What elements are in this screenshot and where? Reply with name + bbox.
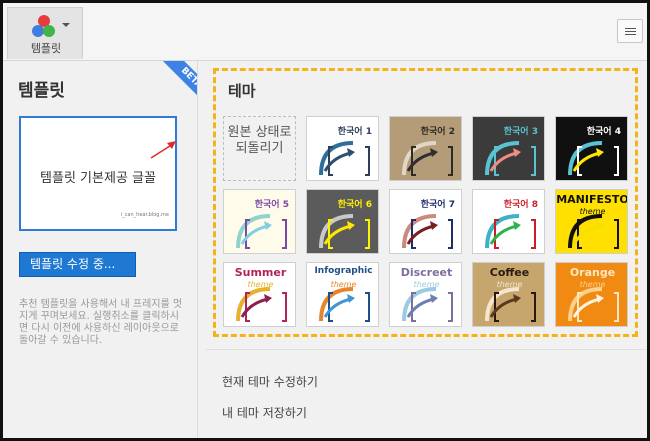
theme-tile-subtitle: theme — [413, 280, 440, 289]
theme-tile-subtitle: theme — [496, 280, 523, 289]
beta-badge: BETA — [157, 61, 197, 113]
theme-tile-subtitle: theme — [579, 280, 606, 289]
theme-tile-label: 한국어 7 — [420, 200, 455, 210]
preview-blog-watermark: i_can_hear.blog.me — [120, 212, 169, 218]
help-text: 추천 템플릿을 사용해서 내 프레지를 멋지게 꾸며보세요. 실행취소를 클릭하… — [19, 299, 183, 346]
theme-tile-label: 한국어 2 — [420, 127, 455, 137]
theme-tile-label: 한국어 4 — [586, 127, 621, 137]
theme-tile[interactable]: 한국어 8 — [472, 189, 545, 254]
theme-tile-label: 한국어 8 — [503, 200, 538, 210]
color-dots-icon — [32, 15, 55, 37]
theme-tile[interactable]: Discreet theme — [389, 262, 462, 327]
template-button-label: 템플릿 — [30, 42, 62, 55]
theme-tile-subtitle: theme — [330, 280, 357, 289]
theme-tile-subtitle: theme — [247, 280, 274, 289]
theme-tile-label: Coffee — [489, 266, 530, 279]
edit-template-button[interactable]: 템플릿 수정 중... — [19, 252, 136, 277]
theme-tile[interactable]: 한국어 5 — [223, 189, 296, 254]
template-preview[interactable]: 템플릿 기본제공 글꼴 i_can_hear.blog.me — [19, 116, 177, 231]
hamburger-menu-icon[interactable] — [617, 19, 643, 43]
theme-tile[interactable]: 한국어 6 — [306, 189, 379, 254]
theme-tile-label: 한국어 5 — [254, 200, 289, 210]
divider — [206, 349, 646, 350]
theme-tile[interactable]: Infographic theme — [306, 262, 379, 327]
theme-gallery: 테마 원본 상태로 되돌리기 한국어 1 한국어 2 한국어 3 한국어 4 한국어 5… — [213, 68, 638, 337]
preview-text: 템플릿 기본제공 글꼴 — [40, 171, 156, 186]
sidebar-title: 템플릿 — [18, 81, 65, 101]
theme-tile[interactable]: Orange theme — [555, 262, 628, 327]
theme-tile[interactable]: MANIFESTO theme — [555, 189, 628, 254]
prezi-window: 템플릿 템플릿 BETA 템플릿 기본제공 글꼴 i_can_hear.blog… — [0, 0, 650, 441]
theme-tile[interactable]: 한국어 3 — [472, 116, 545, 181]
theme-tile[interactable]: 한국어 1 — [306, 116, 379, 181]
theme-tile-label: MANIFESTO — [556, 193, 628, 206]
theme-tile-label: Infographic — [314, 266, 373, 276]
top-toolbar: 템플릿 — [3, 3, 647, 61]
theme-tile[interactable]: 한국어 2 — [389, 116, 462, 181]
theme-panel: 테마 원본 상태로 되돌리기 한국어 1 한국어 2 한국어 3 한국어 4 한국어 5… — [197, 61, 647, 438]
chevron-down-icon — [62, 23, 70, 27]
theme-tile-label: Summer — [234, 266, 287, 279]
theme-tile-label: Orange — [569, 266, 616, 279]
theme-title: 테마 — [228, 82, 256, 100]
theme-tile[interactable]: 한국어 7 — [389, 189, 462, 254]
theme-tile-label: Discreet — [400, 266, 453, 279]
reset-theme-button[interactable]: 원본 상태로 되돌리기 — [223, 116, 296, 181]
theme-tile[interactable]: Coffee theme — [472, 262, 545, 327]
theme-tile-label: 한국어 1 — [337, 127, 372, 137]
theme-tile-subtitle: theme — [579, 207, 606, 216]
template-sidebar: 템플릿 BETA 템플릿 기본제공 글꼴 i_can_hear.blog.me … — [3, 61, 197, 438]
edit-current-theme-link[interactable]: 현재 테마 수정하기 — [222, 373, 318, 390]
theme-tile[interactable]: Summer theme — [223, 262, 296, 327]
arrow-annotation-icon — [150, 141, 176, 159]
save-my-theme-link[interactable]: 내 테마 저장하기 — [222, 404, 307, 421]
theme-tile-label: 한국어 3 — [503, 127, 538, 137]
template-menu-button[interactable]: 템플릿 — [7, 7, 83, 59]
theme-tile-label: 한국어 6 — [337, 200, 372, 210]
theme-tile[interactable]: 한국어 4 — [555, 116, 628, 181]
